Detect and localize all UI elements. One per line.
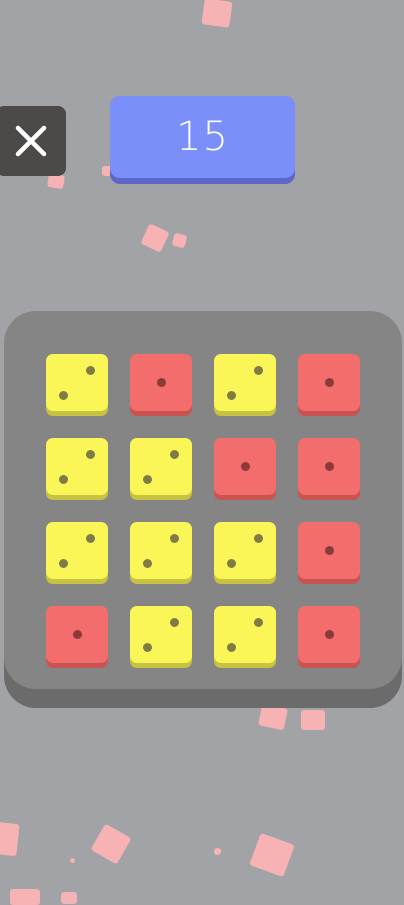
die-yellow-3-3[interactable] — [214, 522, 276, 584]
die-pip — [86, 450, 95, 459]
die-yellow-1-1[interactable] — [46, 354, 108, 416]
confetti-piece — [61, 892, 77, 904]
die-face — [214, 354, 276, 411]
die-face — [214, 438, 276, 495]
confetti-piece — [0, 821, 20, 857]
die-pip — [59, 391, 68, 400]
confetti-piece — [201, 0, 233, 28]
die-pip — [240, 462, 250, 471]
die-pip — [324, 630, 334, 639]
confetti-piece — [90, 823, 132, 865]
confetti-piece — [140, 223, 170, 253]
die-pip — [254, 618, 263, 627]
die-pip — [254, 366, 263, 375]
die-pip — [72, 630, 82, 639]
die-yellow-1-3[interactable] — [214, 354, 276, 416]
die-red-4-1[interactable] — [46, 606, 108, 668]
die-face — [214, 522, 276, 579]
die-red-1-2[interactable] — [130, 354, 192, 416]
die-pip — [170, 618, 179, 627]
die-yellow-2-1[interactable] — [46, 438, 108, 500]
die-red-2-3[interactable] — [214, 438, 276, 500]
die-red-3-4[interactable] — [298, 522, 360, 584]
die-red-4-4[interactable] — [298, 606, 360, 668]
die-face — [130, 522, 192, 579]
die-pip — [86, 534, 95, 543]
close-button[interactable] — [0, 106, 66, 176]
die-face — [46, 522, 108, 579]
die-face — [46, 354, 108, 411]
confetti-piece — [10, 889, 40, 905]
die-pip — [156, 378, 166, 387]
die-pip — [227, 391, 236, 400]
confetti-piece — [214, 848, 221, 855]
die-yellow-3-1[interactable] — [46, 522, 108, 584]
die-face — [298, 438, 360, 495]
die-face — [298, 606, 360, 663]
confetti-piece — [301, 710, 325, 730]
die-pip — [227, 643, 236, 652]
die-pip — [143, 559, 152, 568]
die-face — [130, 606, 192, 663]
die-yellow-3-2[interactable] — [130, 522, 192, 584]
die-pip — [86, 366, 95, 375]
die-pip — [143, 475, 152, 484]
die-pip — [324, 462, 334, 471]
die-pip — [170, 534, 179, 543]
confetti-piece — [171, 232, 188, 249]
die-yellow-4-3[interactable] — [214, 606, 276, 668]
die-pip — [324, 378, 334, 387]
die-pip — [170, 450, 179, 459]
die-yellow-4-2[interactable] — [130, 606, 192, 668]
die-yellow-2-2[interactable] — [130, 438, 192, 500]
die-red-2-4[interactable] — [298, 438, 360, 500]
die-face — [214, 606, 276, 663]
dice-board — [4, 311, 402, 689]
die-pip — [59, 559, 68, 568]
die-face — [46, 438, 108, 495]
die-pip — [143, 643, 152, 652]
confetti-piece — [70, 858, 75, 863]
confetti-piece — [249, 832, 295, 878]
close-icon — [15, 125, 47, 157]
score-panel: 15 — [110, 96, 295, 184]
die-pip — [324, 546, 334, 555]
score-value: 15 — [110, 96, 295, 178]
die-face — [130, 354, 192, 411]
die-face — [298, 354, 360, 411]
die-face — [46, 606, 108, 663]
die-pip — [59, 475, 68, 484]
die-pip — [254, 534, 263, 543]
die-pip — [227, 559, 236, 568]
die-face — [298, 522, 360, 579]
die-face — [130, 438, 192, 495]
die-red-1-4[interactable] — [298, 354, 360, 416]
